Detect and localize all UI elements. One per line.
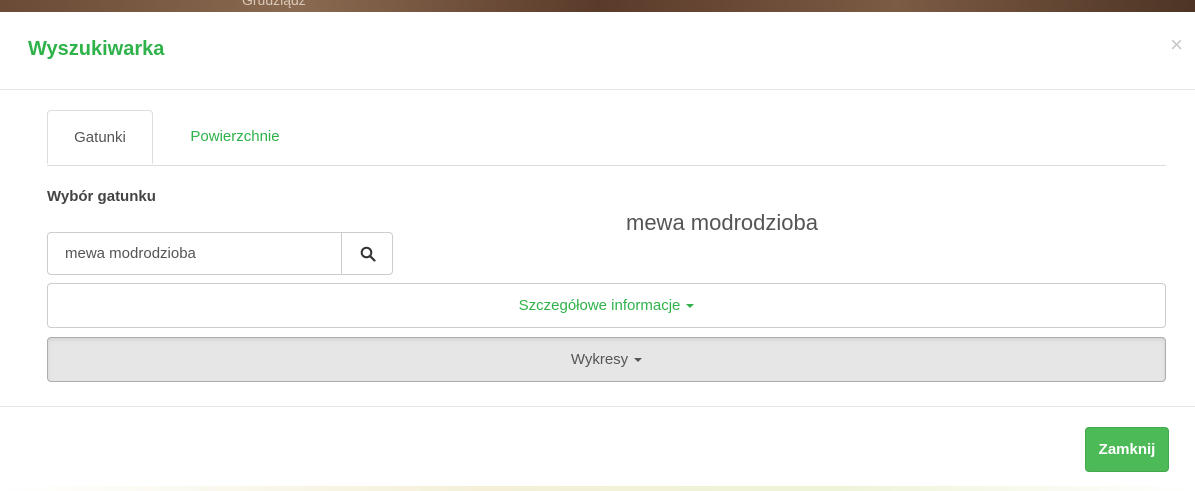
background-map-strip: Grudziądz bbox=[0, 0, 1195, 12]
modal-header: Wyszukiwarka × bbox=[0, 12, 1195, 90]
background-map-label: Grudziądz bbox=[242, 0, 306, 8]
tab-bar: Gatunki Powierzchnie bbox=[47, 110, 1166, 166]
chevron-down-icon bbox=[634, 357, 643, 362]
charts-dropdown-label: Wykresy bbox=[570, 351, 629, 368]
footer-divider bbox=[0, 406, 1195, 407]
tab-species[interactable]: Gatunki bbox=[47, 110, 153, 164]
chevron-down-icon bbox=[686, 303, 695, 308]
selected-species-heading: mewa modrodzioba bbox=[626, 210, 818, 235]
background-bottom-strip bbox=[0, 486, 1195, 491]
close-icon[interactable]: × bbox=[1170, 34, 1183, 56]
modal-title: Wyszukiwarka bbox=[28, 38, 165, 60]
species-selection-label: Wybór gatunku bbox=[47, 188, 156, 205]
charts-dropdown-button[interactable]: Wykresy bbox=[47, 337, 1166, 382]
species-search-group bbox=[47, 232, 393, 275]
search-icon bbox=[360, 246, 376, 262]
species-search-input[interactable] bbox=[48, 233, 340, 274]
details-dropdown-label: Szczegółowe informacje bbox=[518, 297, 681, 314]
search-button[interactable] bbox=[341, 233, 393, 274]
search-modal: Wyszukiwarka × Gatunki Powierzchnie Wybó… bbox=[0, 12, 1195, 486]
close-button[interactable]: Zamknij bbox=[1085, 427, 1169, 472]
tab-areas[interactable]: Powierzchnie bbox=[165, 110, 305, 164]
details-dropdown-button[interactable]: Szczegółowe informacje bbox=[47, 283, 1166, 328]
